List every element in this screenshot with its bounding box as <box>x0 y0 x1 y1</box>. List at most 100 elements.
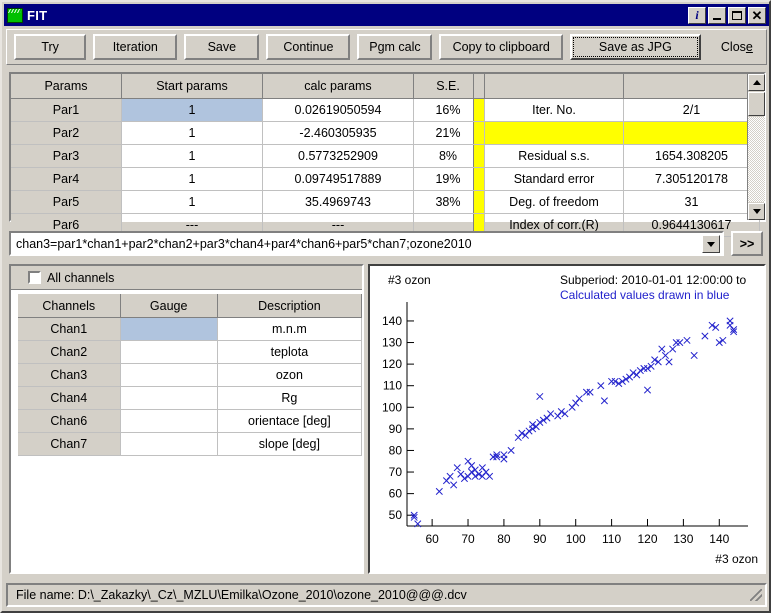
table-row: Chan6 orientace [deg] <box>18 409 363 433</box>
channel-name[interactable]: Chan3 <box>18 363 121 387</box>
channel-description[interactable]: ozon <box>217 363 363 387</box>
grid-vertical-scrollbar[interactable] <box>747 74 765 220</box>
stat-value[interactable] <box>623 121 760 145</box>
statistics-table: Iter. No. 2/1 Residual s.s. 1654.308205 … <box>473 74 760 237</box>
maximize-icon[interactable] <box>728 6 746 24</box>
param-name[interactable]: Par3 <box>11 144 122 168</box>
close-icon[interactable]: ✕ <box>748 6 766 24</box>
info-icon[interactable]: i <box>688 6 706 24</box>
table-row: Par3 1 0.5773252909 8% <box>11 144 483 168</box>
all-channels-row[interactable]: All channels <box>11 266 362 290</box>
table-row: Par1 1 0.02619050594 16% <box>11 98 483 122</box>
svg-text:90: 90 <box>533 532 547 546</box>
svg-text:110: 110 <box>383 379 402 393</box>
channel-name[interactable]: Chan6 <box>18 409 121 433</box>
chevron-down-icon[interactable] <box>702 235 720 253</box>
param-start-value[interactable]: 1 <box>121 98 263 122</box>
channel-name[interactable]: Chan7 <box>18 432 121 456</box>
yellow-separator <box>473 74 485 99</box>
param-calc-value[interactable]: 0.5773252909 <box>262 144 414 168</box>
resize-grip-icon[interactable] <box>750 589 762 601</box>
channel-description[interactable]: teplota <box>217 340 363 364</box>
channel-name[interactable]: Chan4 <box>18 386 121 410</box>
parameters-table-header: Params Start params calc params S.E. <box>11 74 483 99</box>
channel-gauge[interactable] <box>120 317 218 341</box>
param-calc-value[interactable]: 35.4969743 <box>262 190 414 214</box>
svg-text:100: 100 <box>382 400 402 414</box>
table-row: Chan3 ozon <box>18 363 363 387</box>
stat-value[interactable]: 1654.308205 <box>623 144 760 168</box>
save-as-jpg-button[interactable]: Save as JPG <box>569 34 701 60</box>
param-name[interactable]: Par4 <box>11 167 122 191</box>
try-button[interactable]: Try <box>14 34 87 60</box>
stat-label <box>484 121 624 145</box>
channel-name[interactable]: Chan1 <box>18 317 121 341</box>
channel-name[interactable]: Chan2 <box>18 340 121 364</box>
svg-text:70: 70 <box>461 532 475 546</box>
svg-text:130: 130 <box>673 532 693 546</box>
scroll-up-icon[interactable] <box>748 74 765 91</box>
col-calc-params: calc params <box>262 74 414 99</box>
table-row: Chan1 m.n.m <box>18 317 363 341</box>
param-name[interactable]: Par1 <box>11 98 122 122</box>
close-toolbar-button[interactable]: Close <box>708 34 766 60</box>
svg-text:100: 100 <box>566 532 586 546</box>
svg-text:60: 60 <box>425 532 439 546</box>
stat-value[interactable]: 2/1 <box>623 98 760 122</box>
channels-panel: All channels Channels Gauge Description … <box>9 264 364 574</box>
continue-button[interactable]: Continue <box>266 34 351 60</box>
all-channels-checkbox[interactable] <box>28 271 41 284</box>
formula-next-button[interactable]: >> <box>731 231 763 256</box>
channel-gauge[interactable] <box>120 432 218 456</box>
param-calc-value[interactable]: -2.460305935 <box>262 121 414 145</box>
channel-gauge[interactable] <box>120 409 218 433</box>
param-start-value[interactable]: 1 <box>121 144 263 168</box>
scroll-down-icon[interactable] <box>748 203 765 220</box>
iteration-button[interactable]: Iteration <box>93 34 178 60</box>
yellow-separator <box>473 144 485 168</box>
svg-text:130: 130 <box>382 336 402 350</box>
close-toolbar-label: Close <box>720 40 753 54</box>
col-description: Description <box>217 294 363 318</box>
param-start-value[interactable]: 1 <box>121 190 263 214</box>
main-toolbar: Try Iteration Save Continue Pgm calc Cop… <box>6 29 767 65</box>
svg-text:140: 140 <box>709 532 729 546</box>
stat-label: Deg. of freedom <box>484 190 624 214</box>
stats-col-label <box>484 74 624 99</box>
channel-description[interactable]: orientace [deg] <box>217 409 363 433</box>
formula-text: chan3=par1*chan1+par2*chan2+par3*chan4+p… <box>16 236 472 251</box>
table-row: Par4 1 0.09749517889 19% <box>11 167 483 191</box>
formula-combobox[interactable]: chan3=par1*chan1+par2*chan2+par3*chan4+p… <box>9 231 724 256</box>
channel-gauge[interactable] <box>120 363 218 387</box>
save-button[interactable]: Save <box>184 34 260 60</box>
status-bar: File name: D:\_Zakazky\_Cz\_MZLU\Emilka\… <box>6 583 767 607</box>
param-start-value[interactable]: 1 <box>121 121 263 145</box>
yellow-separator <box>473 190 485 214</box>
param-name[interactable]: Par2 <box>11 121 122 145</box>
minimize-icon[interactable] <box>708 6 726 24</box>
scrollbar-track[interactable] <box>748 117 765 202</box>
param-name[interactable]: Par5 <box>11 190 122 214</box>
channel-description[interactable]: Rg <box>217 386 363 410</box>
stat-label: Iter. No. <box>484 98 624 122</box>
yellow-separator <box>473 98 485 122</box>
copy-to-clipboard-button[interactable]: Copy to clipboard <box>439 34 563 60</box>
stat-value[interactable]: 31 <box>623 190 760 214</box>
channel-gauge[interactable] <box>120 340 218 364</box>
col-channels: Channels <box>18 294 121 318</box>
status-file-name: File name: D:\_Zakazky\_Cz\_MZLU\Emilka\… <box>16 588 467 602</box>
channel-gauge[interactable] <box>120 386 218 410</box>
scrollbar-thumb[interactable] <box>748 92 765 116</box>
channel-description[interactable]: slope [deg] <box>217 432 363 456</box>
channel-description[interactable]: m.n.m <box>217 317 363 341</box>
stat-value[interactable]: 7.305120178 <box>623 167 760 191</box>
param-start-value[interactable]: 1 <box>121 167 263 191</box>
param-calc-value[interactable]: 0.09749517889 <box>262 167 414 191</box>
table-row: Par5 1 35.4969743 38% <box>11 190 483 214</box>
svg-text:70: 70 <box>389 465 403 479</box>
svg-text:120: 120 <box>637 532 657 546</box>
stat-label: Standard error <box>484 167 624 191</box>
param-calc-value[interactable]: 0.02619050594 <box>262 98 414 122</box>
col-start-params: Start params <box>121 74 263 99</box>
pgm-calc-button[interactable]: Pgm calc <box>357 34 433 60</box>
